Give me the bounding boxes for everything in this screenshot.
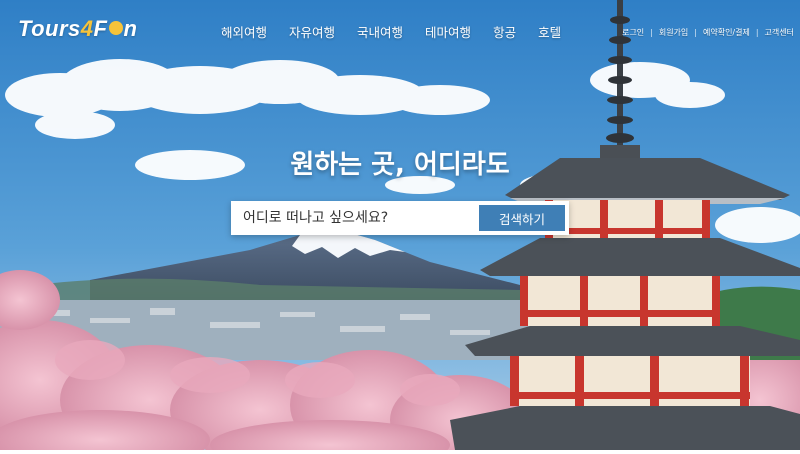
site-header: Tours4F n 해외여행 자유여행 국내여행 테마여행 항공 호텔 로그인 |… <box>0 0 800 62</box>
support-link[interactable]: 고객센터 <box>765 27 794 38</box>
nav-item-hotels[interactable]: 호텔 <box>527 22 572 41</box>
utility-links: 로그인 | 회원가입 | 예약확인/결제 | 고객센터 <box>622 27 794 38</box>
login-link[interactable]: 로그인 <box>622 27 644 38</box>
nav-item-flights[interactable]: 항공 <box>482 22 527 41</box>
reservation-link[interactable]: 예약확인/결제 <box>703 27 750 38</box>
hero-headline: 원하는 곳, 어디라도 <box>290 150 510 180</box>
divider: | <box>694 28 697 37</box>
divider: | <box>650 28 653 37</box>
nav-item-theme-travel[interactable]: 테마여행 <box>414 22 482 41</box>
nav-item-overseas-travel[interactable]: 해외여행 <box>210 22 278 41</box>
signup-link[interactable]: 회원가입 <box>659 27 688 38</box>
nav-item-free-travel[interactable]: 자유여행 <box>278 22 346 41</box>
destination-search-input[interactable] <box>231 201 479 235</box>
search-bar: 검색하기 <box>231 201 569 235</box>
logo-text-f: F <box>93 16 108 41</box>
logo-text-tours: Tours <box>18 16 81 41</box>
tours4fun-logo[interactable]: Tours4F n <box>18 16 137 42</box>
main-nav: 해외여행 자유여행 국내여행 테마여행 항공 호텔 <box>210 22 572 41</box>
search-button[interactable]: 검색하기 <box>479 205 565 231</box>
divider: | <box>755 28 759 37</box>
logo-text-n: n <box>123 16 138 41</box>
nav-item-domestic-travel[interactable]: 국내여행 <box>346 22 414 41</box>
smiley-icon <box>108 21 123 36</box>
logo-text-four: 4 <box>80 16 94 41</box>
